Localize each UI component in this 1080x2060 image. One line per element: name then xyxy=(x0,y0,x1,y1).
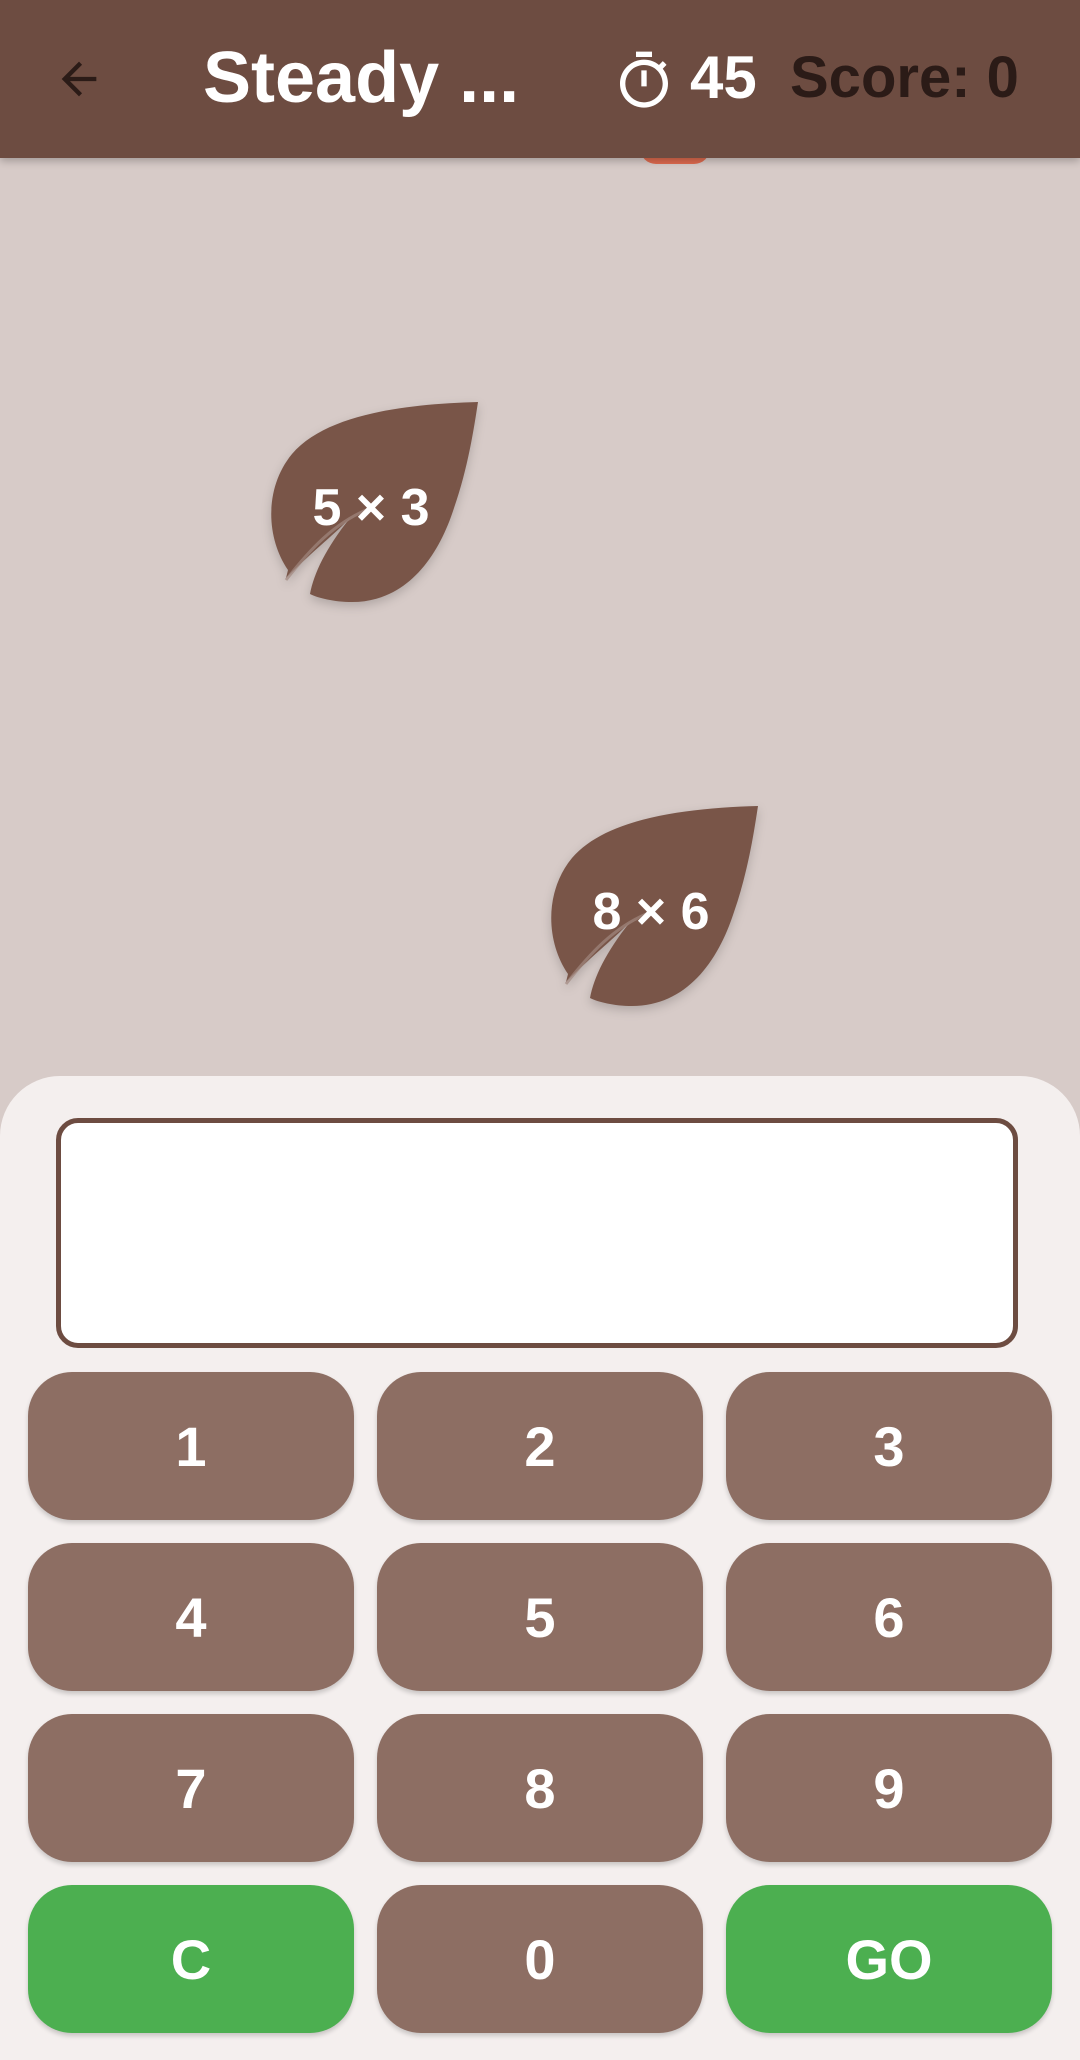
falling-leaf[interactable]: 5 × 3 xyxy=(256,398,486,618)
key-3[interactable]: 3 xyxy=(726,1372,1052,1520)
back-button[interactable] xyxy=(44,44,114,114)
timer-value: 45 xyxy=(690,44,757,111)
key-8[interactable]: 8 xyxy=(377,1714,703,1862)
key-0[interactable]: 0 xyxy=(377,1885,703,2033)
game-area: 5 × 3 8 × 6 xyxy=(0,158,1080,1078)
stopwatch-icon xyxy=(620,51,668,108)
app-bar: Steady ... 45 Score: 0 xyxy=(0,0,1080,158)
arrow-left-icon xyxy=(61,61,97,97)
clear-button[interactable]: C xyxy=(28,1885,354,2033)
key-4[interactable]: 4 xyxy=(28,1543,354,1691)
falling-leaf[interactable]: 8 × 6 xyxy=(536,802,766,1022)
keypad-panel: 1 2 3 4 5 6 7 8 9 C 0 GO xyxy=(0,1076,1080,2060)
page-title: Steady ... xyxy=(203,38,520,118)
key-9[interactable]: 9 xyxy=(726,1714,1052,1862)
score-label: Score: 0 xyxy=(790,45,1019,110)
key-1[interactable]: 1 xyxy=(28,1372,354,1520)
key-5[interactable]: 5 xyxy=(377,1543,703,1691)
answer-input[interactable] xyxy=(56,1118,1018,1348)
key-7[interactable]: 7 xyxy=(28,1714,354,1862)
leaf-expression: 5 × 3 xyxy=(312,479,430,537)
key-2[interactable]: 2 xyxy=(377,1372,703,1520)
leaf-expression: 8 × 6 xyxy=(592,883,710,941)
key-6[interactable]: 6 xyxy=(726,1543,1052,1691)
go-button[interactable]: GO xyxy=(726,1885,1052,2033)
